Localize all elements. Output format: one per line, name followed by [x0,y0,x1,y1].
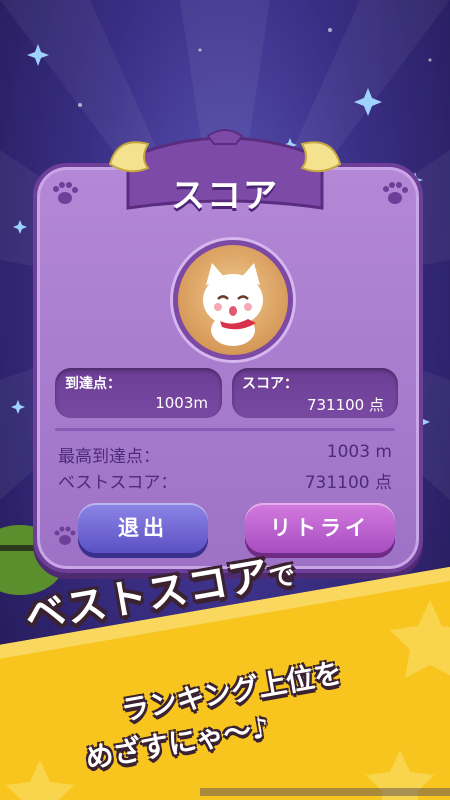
exit-button[interactable]: 退出 [78,503,208,553]
cat-avatar-icon [203,263,263,346]
divider [55,428,395,431]
best-score-value: 731100 点 [304,473,392,493]
reached-label: 到達点： [65,376,121,392]
paw-icon [54,526,76,545]
best-reached-label: 最高到達点： [58,447,160,467]
reached-stat-box: 到達点： 1003m [55,368,222,418]
best-score-label: ベストスコア： [58,473,178,493]
game-screen: スコア 到達点： 1003m スコア： 731100 点 最高到達点： 1003… [0,0,450,800]
best-reached-value: 1003 m [326,442,392,462]
cat-avatar [173,240,293,360]
reached-value: 1003m [155,394,208,412]
panel-title: スコア [171,176,279,216]
score-value: 731100 点 [306,396,384,414]
promo-headline-particle: で [267,560,299,595]
score-label: スコア： [242,376,298,392]
score-stat-box: スコア： 731100 点 [232,368,398,418]
